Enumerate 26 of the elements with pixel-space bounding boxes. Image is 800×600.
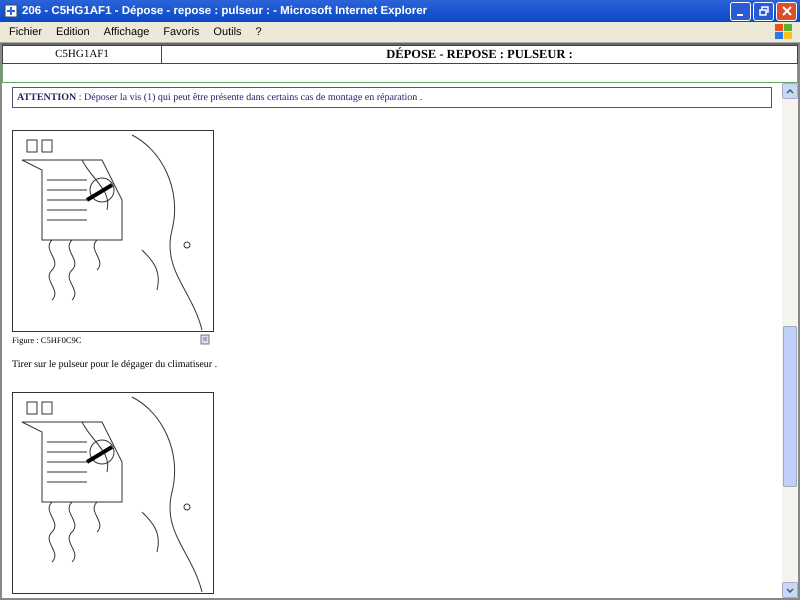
restore-button[interactable] [753, 2, 774, 20]
scroll-down-button[interactable] [782, 582, 798, 598]
menu-item[interactable]: Edition [49, 26, 97, 38]
attention-note: ATTENTION : Déposer la vis (1) qui peut être présente dans certains cas de montage en réparation . [12, 87, 772, 108]
windows-logo-icon [774, 23, 794, 41]
figure-caption: Figure : C5HF0C9C [12, 334, 82, 344]
scroll-up-button[interactable] [782, 83, 798, 99]
chevron-up-icon [786, 88, 794, 94]
scrollbar[interactable] [782, 83, 798, 598]
menu-item[interactable]: Outils [206, 26, 249, 38]
document-title: DÉPOSE - REPOSE : PULSEUR : [385, 46, 574, 63]
close-icon [782, 6, 792, 16]
chevron-down-icon [786, 588, 794, 592]
window-title: 206 - C5HG1AF1 - Dépose - repose : pulseur : - Microsoft Internet Explorer [22, 5, 428, 17]
menu-item[interactable]: Fichier [2, 26, 50, 38]
menu-item[interactable]: Affichage [96, 26, 156, 38]
menu-item[interactable]: ? [248, 26, 269, 38]
document-code: C5HG1AF1 [3, 46, 162, 63]
scrollbar-thumb[interactable] [783, 326, 797, 488]
restore-icon [758, 6, 768, 16]
minimize-button[interactable] [730, 2, 751, 20]
minimize-icon [736, 14, 742, 16]
menu-item[interactable]: Favoris [156, 26, 206, 38]
close-button[interactable] [776, 2, 797, 20]
instruction-text: Tirer sur le pulseur pour le dégager du climatiseur . [12, 359, 218, 370]
print-icon[interactable] [200, 334, 210, 345]
